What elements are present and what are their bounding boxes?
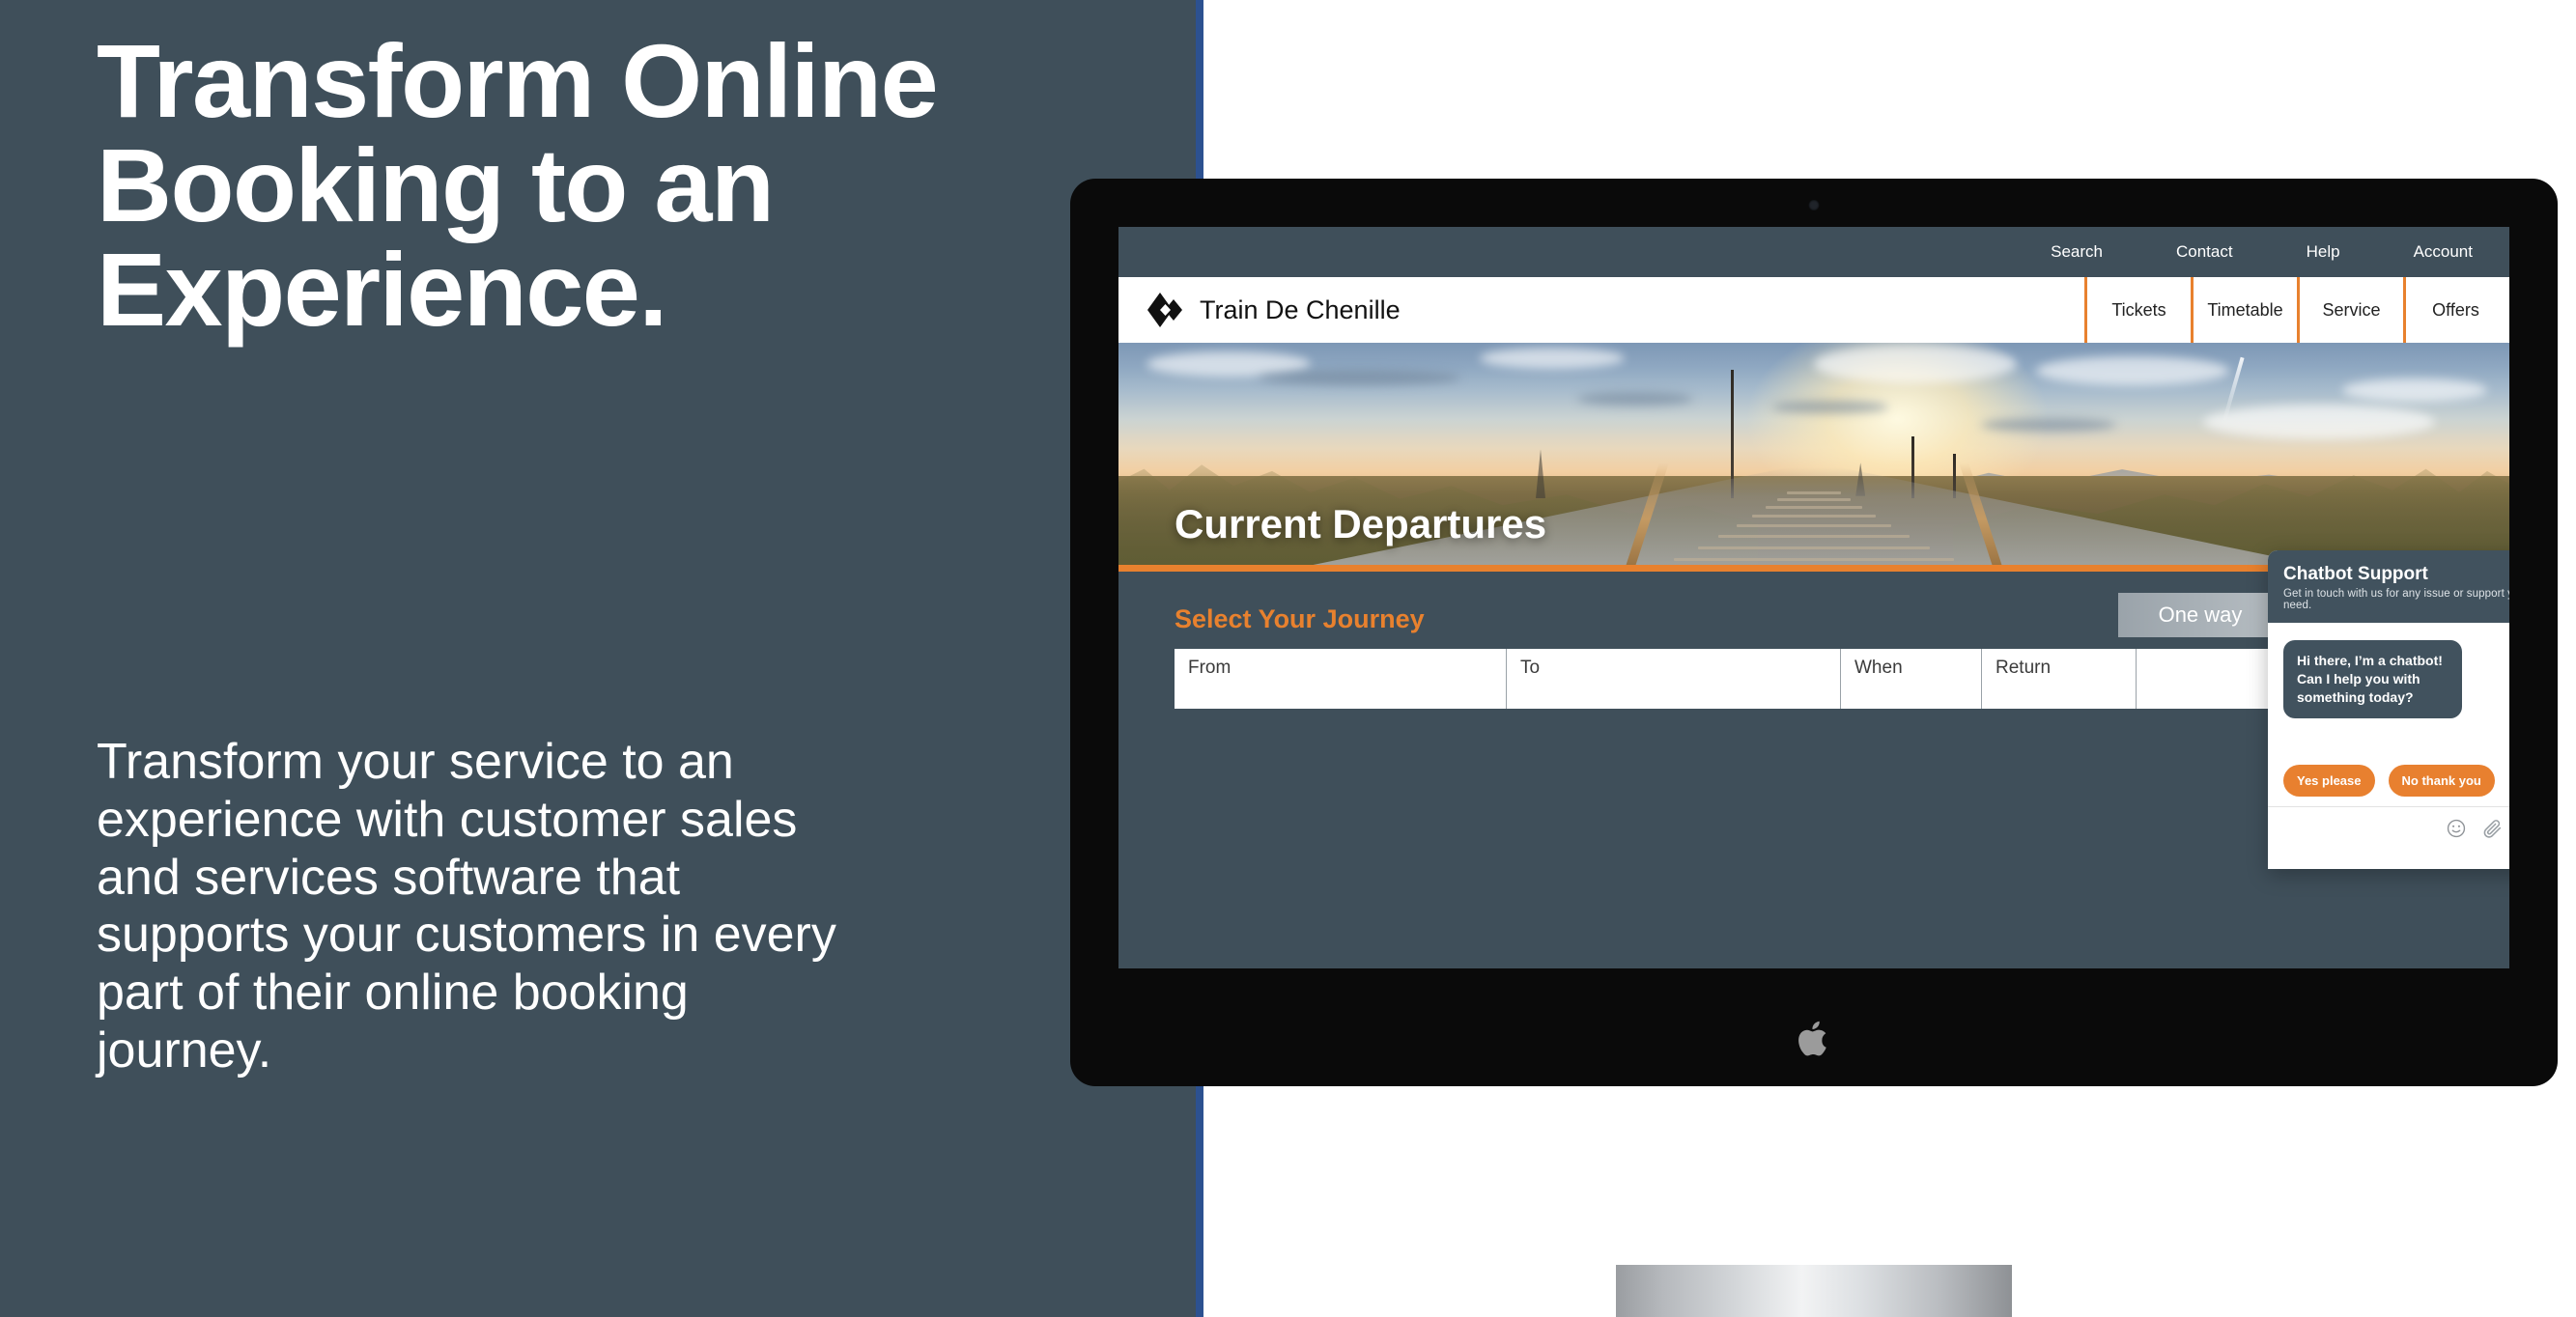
to-field-label: To [1520, 658, 1541, 678]
chatbot-header: Chatbot Support Get in touch with us for… [2268, 550, 2509, 623]
utility-nav-item-contact[interactable]: Contact [2176, 242, 2233, 262]
when-field-label: When [1854, 658, 1903, 678]
trip-type-tab[interactable]: One way [2118, 593, 2282, 637]
utility-nav-item-search[interactable]: Search [2051, 242, 2103, 262]
hero-banner: Current Departures [1118, 343, 2509, 565]
sleeper [1718, 535, 1910, 538]
sleeper [1766, 506, 1862, 509]
utility-nav-item-help[interactable]: Help [2307, 242, 2340, 262]
cloud-shape [1480, 347, 1626, 369]
emoji-icon[interactable] [2446, 818, 2467, 839]
journey-form: From To When Return [1175, 649, 2459, 709]
nav-item-offers[interactable]: Offers [2403, 277, 2509, 343]
sleeper [1737, 524, 1891, 527]
to-field[interactable]: To [1507, 649, 1841, 709]
return-field-label: Return [1996, 658, 2052, 678]
page-subcopy: Transform your service to an experience … [97, 734, 836, 1079]
cloud-shape [2036, 355, 2230, 385]
nav-item-tickets[interactable]: Tickets [2084, 277, 2191, 343]
marketing-panel: Transform Online Booking to an Experienc… [0, 0, 1196, 1317]
chatbot-message-bubble: Hi there, I’m a chatbot! Can I help you … [2283, 640, 2462, 719]
sleeper [1787, 491, 1841, 494]
apple-logo-icon [1795, 1019, 1833, 1065]
sleeper [1752, 515, 1876, 518]
utility-nav-item-account[interactable]: Account [2414, 242, 2473, 262]
chatbot-quick-replies: Yes please No thank you [2283, 765, 2495, 797]
nav-item-service[interactable]: Service [2297, 277, 2403, 343]
page-title: Transform Online Booking to an Experienc… [97, 22, 939, 348]
brand-name: Train De Chenille [1200, 294, 1401, 324]
from-field-label: From [1188, 658, 1231, 678]
when-field[interactable]: When [1841, 649, 1982, 709]
from-field[interactable]: From [1175, 649, 1507, 709]
hero-title: Current Departures [1175, 501, 1547, 546]
brand-logo[interactable]: Train De Chenille [1118, 277, 2084, 343]
cloud-shape [1771, 400, 1888, 413]
monitor-bezel: Search Contact Help Account Train De Che… [1070, 179, 2558, 1086]
cloud-shape [2342, 378, 2488, 402]
nav-item-timetable[interactable]: Timetable [2191, 277, 2297, 343]
no-thank-you-button[interactable]: No thank you [2388, 765, 2495, 797]
chatbot-title: Chatbot Support [2283, 564, 2428, 584]
page-root: Transform Online Booking to an Experienc… [0, 0, 2576, 1317]
monitor-screen: Search Contact Help Account Train De Che… [1118, 227, 2509, 968]
webcam-icon [1808, 200, 1820, 210]
utility-nav: Search Contact Help Account [1118, 227, 2509, 277]
device-mockup: Search Contact Help Account Train De Che… [1070, 179, 2558, 1317]
return-field[interactable]: Return [1982, 649, 2137, 709]
main-nav: Train De Chenille Tickets Timetable Serv… [1118, 277, 2509, 343]
cloud-shape [1577, 391, 1694, 406]
diamond-logo-icon [1146, 291, 1184, 329]
chatbot-input-toolbar [2268, 806, 2509, 849]
chatbot-widget: Chatbot Support Get in touch with us for… [2268, 550, 2509, 869]
sleeper [1674, 558, 1954, 561]
booking-section-title: Select Your Journey [1175, 604, 1425, 633]
cloud-shape [1258, 369, 1460, 385]
sleeper [1777, 498, 1851, 501]
main-nav-items: Tickets Timetable Service Offers [2084, 277, 2509, 343]
attachment-icon[interactable] [2482, 818, 2504, 839]
sleeper [1698, 546, 1930, 549]
chatbot-conversation: Hi there, I’m a chatbot! Can I help you … [2268, 623, 2509, 806]
yes-please-button[interactable]: Yes please [2283, 765, 2375, 797]
monitor-stand-neck [1616, 1265, 2012, 1317]
chatbot-subtitle: Get in touch with us for any issue or su… [2283, 588, 2509, 611]
